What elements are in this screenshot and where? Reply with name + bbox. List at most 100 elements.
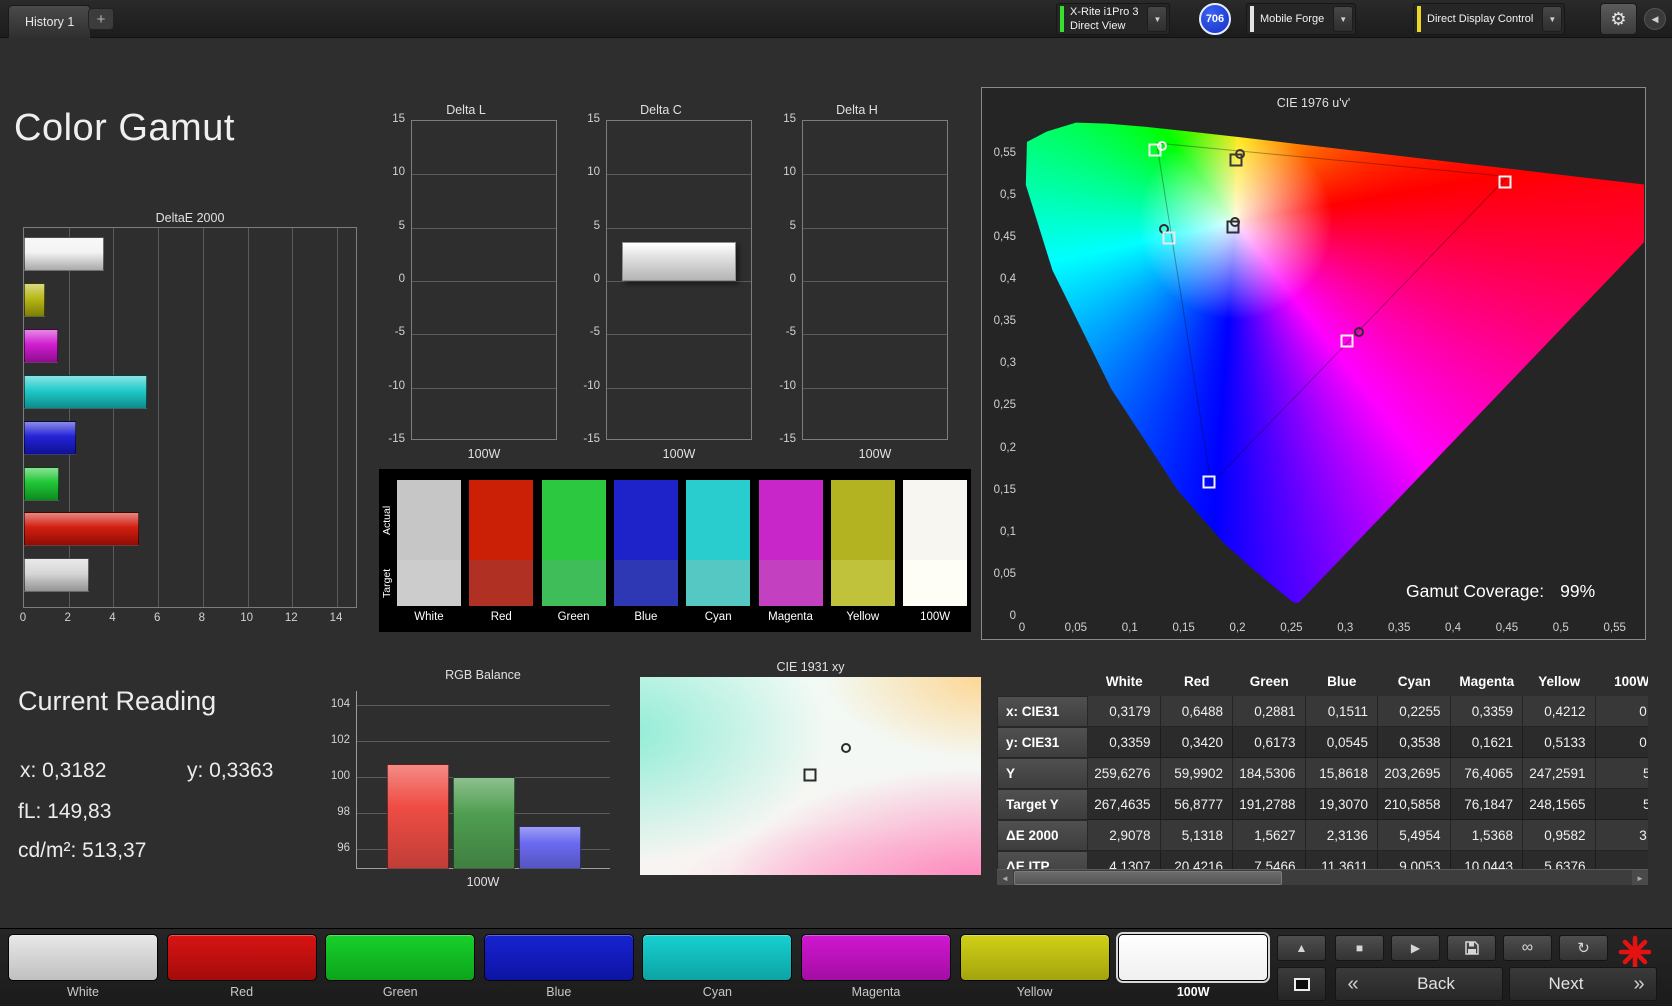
table-cell: 247,2591 <box>1523 758 1596 789</box>
x-tick-label: 10 <box>240 612 253 624</box>
gamut-coverage-label: Gamut Coverage: <box>1406 581 1544 602</box>
cie1976-plot <box>1022 118 1644 617</box>
swatch-target <box>903 560 967 606</box>
swatch-red: Red <box>469 480 533 628</box>
y-tick-label: 98 <box>337 806 350 818</box>
table-cell: 0,2255 <box>1378 696 1451 727</box>
scroll-right-arrow-icon[interactable]: ► <box>1632 870 1648 885</box>
table-row-label: y: CIE31 <box>997 727 1088 758</box>
deltae-bar-yellow <box>24 283 45 317</box>
pattern-up-button[interactable]: ▲ <box>1277 935 1326 961</box>
link-button[interactable]: ∞ <box>1503 935 1552 961</box>
table-cell: 15,8618 <box>1306 758 1379 789</box>
gridline <box>607 228 751 229</box>
swatch-target <box>469 560 533 606</box>
scrollbar-thumb[interactable] <box>1014 871 1282 885</box>
swatch-target <box>759 560 823 606</box>
table-cell: 51 <box>1596 758 1649 789</box>
deltae-bar-green <box>24 467 59 501</box>
chevron-down-icon[interactable]: ▼ <box>1333 6 1353 32</box>
display-control-selector[interactable]: Direct Display Control ▼ <box>1413 3 1565 35</box>
table-cell: 0,0545 <box>1306 727 1379 758</box>
target-marker <box>803 769 816 782</box>
history-tab[interactable]: History 1 <box>8 5 91 38</box>
swatch-name: Cyan <box>686 606 750 628</box>
gamut-triangle-overlay <box>1022 118 1644 617</box>
chevron-down-icon[interactable]: ▼ <box>1147 6 1167 32</box>
x-tick-label: 2 <box>65 612 71 624</box>
gridline <box>803 174 947 175</box>
patch-button-white[interactable]: White <box>8 934 158 1004</box>
save-button[interactable] <box>1447 935 1496 961</box>
refresh-button[interactable]: ↻ <box>1559 935 1608 961</box>
gridline <box>203 228 204 607</box>
deltae-bar-cyan <box>24 375 147 409</box>
y-tick-label: 100 <box>331 770 350 782</box>
y-tick-label: 0,05 <box>994 568 1016 580</box>
patch-color-chip <box>167 934 317 981</box>
next-button[interactable]: Next » <box>1509 967 1657 1001</box>
patch-button-yellow[interactable]: Yellow <box>960 934 1110 1004</box>
table-header-row: WhiteRedGreenBlueCyanMagentaYellow100W <box>997 667 1648 696</box>
source-status-accent <box>1250 6 1254 32</box>
y-tick-label: 0 <box>1010 610 1016 622</box>
meter-count-badge[interactable]: 706 <box>1199 3 1231 35</box>
swatch-white: White <box>397 480 461 628</box>
chart-plot <box>802 120 948 440</box>
y-tick-label: -10 <box>779 380 796 392</box>
gridline <box>607 334 751 335</box>
stop-button[interactable]: ■ <box>1335 935 1384 961</box>
patch-button-100w[interactable]: 100W <box>1118 934 1268 1004</box>
collapse-panel-button[interactable]: ◀ <box>1644 8 1666 30</box>
patch-color-chip <box>1118 934 1268 981</box>
pattern-window-button[interactable] <box>1277 967 1326 1001</box>
table-cell: 0,3179 <box>1088 696 1161 727</box>
top-bar: History 1 + X-Rite i1Pro 3 Direct View ▼… <box>0 0 1672 38</box>
deltae-chart-title: DeltaE 2000 <box>23 211 357 225</box>
settings-gear-button[interactable]: ⚙ <box>1600 3 1637 35</box>
results-table-grid: WhiteRedGreenBlueCyanMagentaYellow100Wx:… <box>997 667 1648 885</box>
y-tick-label: 0,35 <box>994 315 1016 327</box>
table-cell: 0,3359 <box>1451 696 1524 727</box>
table-row-label: x: CIE31 <box>997 696 1088 727</box>
reading-fl-value: fL: 149,83 <box>18 800 111 824</box>
chevron-down-icon[interactable]: ▼ <box>1542 6 1562 32</box>
table-cell: 51 <box>1596 789 1649 820</box>
scroll-left-arrow-icon[interactable]: ◄ <box>997 870 1013 885</box>
play-button[interactable]: ▶ <box>1391 935 1440 961</box>
back-label: Back <box>1370 974 1502 994</box>
table-column-header: 100W <box>1596 667 1649 696</box>
x-axis-label: 100W <box>411 447 557 461</box>
x-tick-label: 0,1 <box>1122 622 1138 634</box>
source-selector-mobile-forge[interactable]: Mobile Forge ▼ <box>1246 3 1356 35</box>
table-cell: 0,6173 <box>1233 727 1306 758</box>
table-row-label: ΔE 2000 <box>997 820 1088 851</box>
table-cell: 0,6488 <box>1161 696 1234 727</box>
x-tick-label: 6 <box>154 612 160 624</box>
patch-button-blue[interactable]: Blue <box>484 934 634 1004</box>
meter-line1: X-Rite i1Pro 3 <box>1070 5 1138 19</box>
display-line1: Direct Display Control <box>1427 12 1533 26</box>
deltae-x-axis-labels: 02468101214 <box>23 612 357 627</box>
y-tick-label: 0 <box>594 273 600 285</box>
deltae-bar-magenta <box>24 329 58 363</box>
table-row: ΔE 20002,90785,13181,56272,31365,49541,5… <box>997 820 1648 851</box>
patch-button-green[interactable]: Green <box>325 934 475 1004</box>
table-cell: 184,5306 <box>1233 758 1306 789</box>
back-button[interactable]: « Back <box>1335 967 1503 1001</box>
add-history-button[interactable]: + <box>88 8 114 30</box>
measured-marker <box>841 743 851 753</box>
patch-button-magenta[interactable]: Magenta <box>801 934 951 1004</box>
table-scrollbar[interactable]: ◄ ► <box>997 869 1648 885</box>
gridline <box>412 334 556 335</box>
meter-selector-xrite[interactable]: X-Rite i1Pro 3 Direct View ▼ <box>1056 3 1170 35</box>
target-marker <box>1499 176 1512 189</box>
delta-h-chart: Delta H 151050-5-10-15 100W <box>766 103 948 463</box>
patch-button-red[interactable]: Red <box>167 934 317 1004</box>
table-cell: 2,3136 <box>1306 820 1379 851</box>
delta_c-bar <box>622 242 736 281</box>
table-cell: 0,5133 <box>1523 727 1596 758</box>
patch-label: White <box>8 985 158 999</box>
patch-button-cyan[interactable]: Cyan <box>642 934 792 1004</box>
x-tick-label: 0 <box>20 612 26 624</box>
